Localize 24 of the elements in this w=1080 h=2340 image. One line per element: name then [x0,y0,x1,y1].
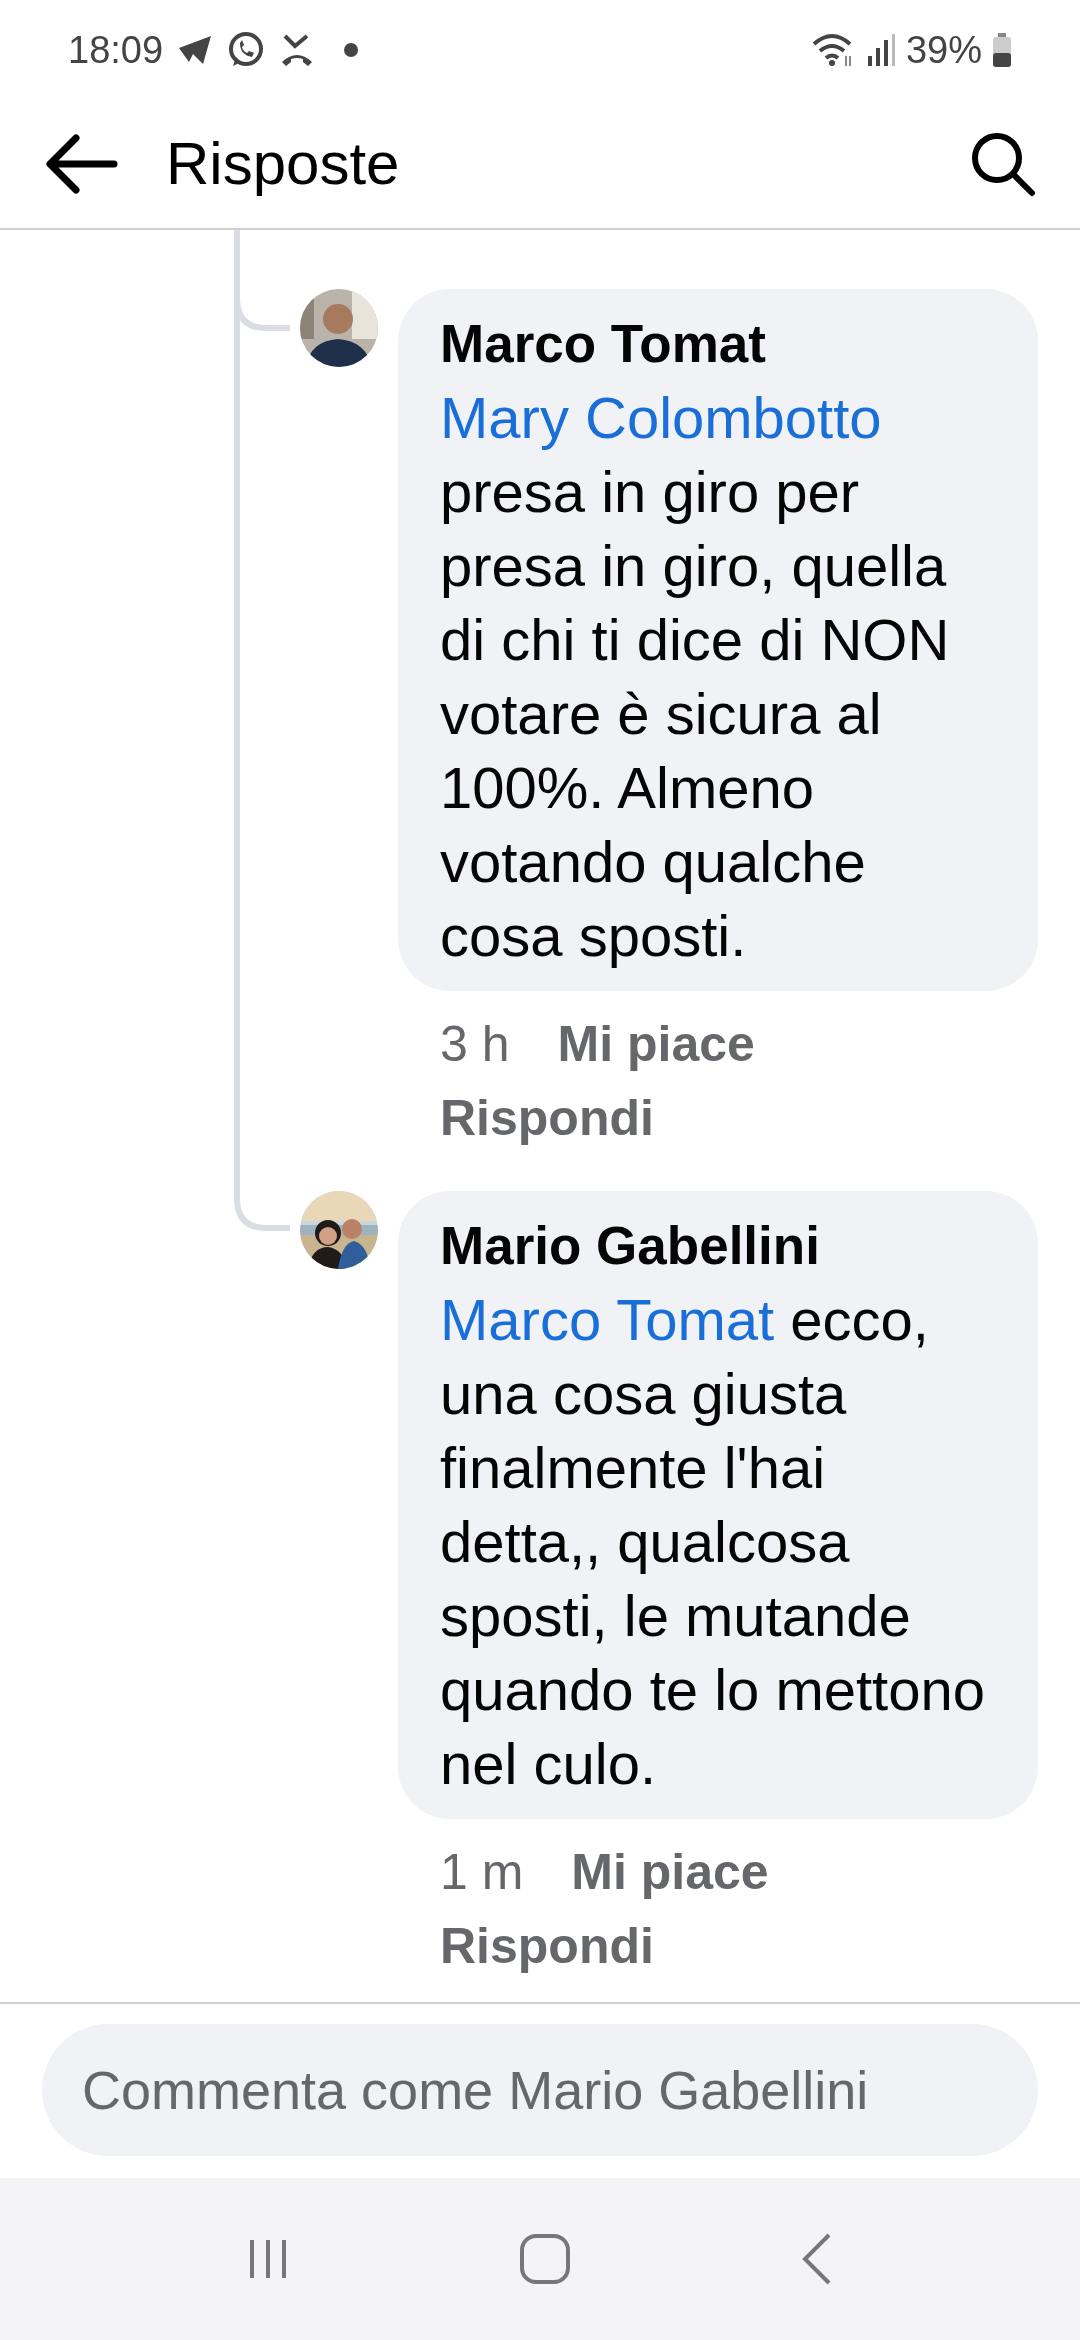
battery-percent: 39% [905,27,982,73]
mention-link[interactable]: Marco Tomat [440,1287,775,1352]
telegram-icon [177,34,214,66]
search-icon[interactable] [970,131,1036,197]
whatsapp-icon [227,31,266,69]
like-link[interactable]: Mi piace [557,1007,755,1081]
signal-icon [865,34,896,66]
comment-text: Marco Tomat ecco, una cosa giusta finalmente l'hai detta,, qualcosa sposti, le mutande quando te lo mettono nel culo. [440,1286,986,1798]
comment-time: 1 m [440,1843,524,1902]
notification-dot-icon [343,42,360,58]
home-icon[interactable] [518,2232,572,2286]
comment-input-field[interactable]: Commenta come Mario Gabellini [42,2024,1038,2156]
battery-icon [992,33,1012,67]
author-name[interactable]: Mario Gabellini [440,1209,998,1283]
status-time: 18:09 [68,27,164,73]
like-link[interactable]: Mi piace [571,1835,769,1909]
mention-link[interactable]: Mary Colombotto [440,385,882,450]
comment-text: Mary Colombotto presa in giro per presa in giro, quella di chi ti dice di NON votare è sicura al 100%. Almeno votando qualche cosa sposti. [440,384,951,970]
page-title: Risposte [166,129,401,199]
reply-link[interactable]: Rispondi [440,1909,654,1983]
back-arrow-icon[interactable] [44,132,118,196]
author-name[interactable]: Marco Tomat [440,307,998,381]
reply-link[interactable]: Rispondi [440,1081,654,1155]
comment-time: 3 h [440,1015,510,1074]
